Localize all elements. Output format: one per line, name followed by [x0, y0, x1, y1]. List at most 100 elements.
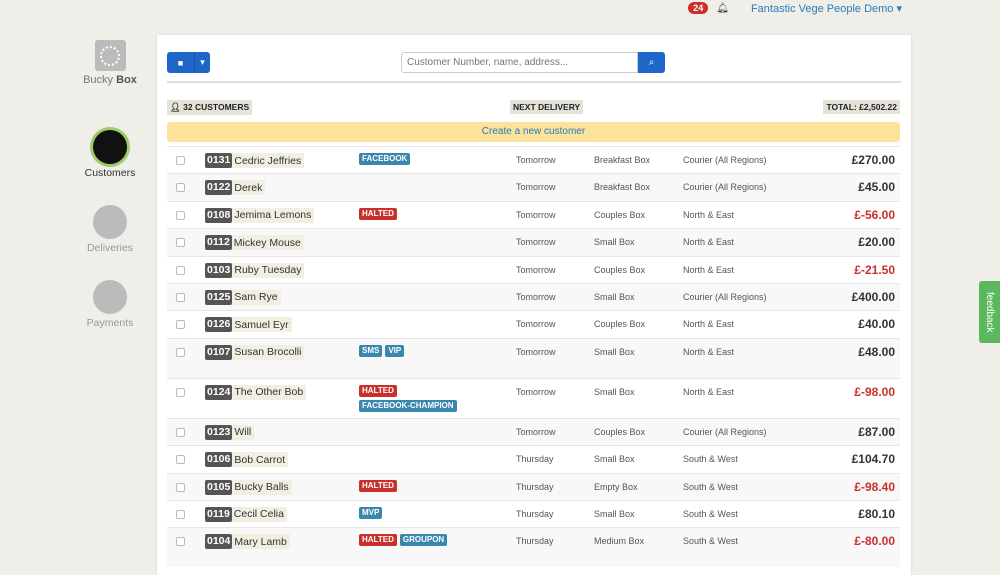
box-type: Couples Box — [594, 209, 646, 220]
route: South & West — [683, 481, 738, 492]
customer-link[interactable]: 0125 Sam Rye — [205, 289, 281, 305]
customer-row[interactable]: 0125 Sam Rye Tomorrow Small Box Courier (… — [167, 282, 900, 311]
account-balance: £80.10 — [858, 506, 895, 521]
row-checkbox[interactable] — [176, 210, 185, 220]
route: Courier (All Regions) — [683, 426, 767, 437]
account-balance: £87.00 — [858, 424, 895, 439]
account-balance: £-56.00 — [854, 207, 895, 222]
sidebar-item-deliveries[interactable]: Deliveries — [60, 205, 160, 254]
tag-badge[interactable]: HALTED — [359, 534, 397, 547]
action-dropdown-toggle[interactable]: ▾ — [194, 52, 210, 73]
customer-link[interactable]: 0123 Will — [205, 424, 255, 440]
next-delivery: Thursday — [516, 508, 554, 519]
search-button[interactable]: ⌕ — [638, 52, 665, 73]
customers-panel: ■ ▾ ⌕ 👤︎ 32 CUSTOMERS NEXT DELIVERY TOTA… — [157, 35, 911, 575]
customer-link[interactable]: 0103 Ruby Tuesday — [205, 262, 305, 278]
customer-row[interactable]: 0123 Will Tomorrow Couples Box Courier (A… — [167, 417, 900, 446]
row-checkbox[interactable] — [176, 183, 185, 193]
customer-row[interactable]: 0105 Bucky Balls HALTED Thursday Empty Bo… — [167, 472, 900, 500]
account-menu[interactable]: Fantastic Vege People Demo ▾ — [751, 2, 902, 15]
row-checkbox[interactable] — [176, 427, 185, 437]
sidebar-item-payments[interactable]: Payments — [60, 280, 160, 329]
customer-link[interactable]: 0107 Susan Brocolli — [205, 344, 305, 360]
tag-badge[interactable]: HALTED — [359, 479, 397, 492]
notification-count-badge[interactable]: 24 — [688, 2, 709, 14]
customer-number: 0124 — [205, 384, 233, 400]
customer-count: 👤︎ 32 CUSTOMERS — [167, 100, 253, 115]
row-checkbox[interactable] — [176, 292, 185, 302]
customer-link[interactable]: 0131 Cedric Jeffries — [205, 153, 305, 168]
box-type: Empty Box — [594, 481, 638, 492]
customer-link[interactable]: 0104 Mary Lamb — [205, 534, 290, 550]
customer-link[interactable]: 0105 Bucky Balls — [205, 479, 292, 495]
account-balance: £-21.50 — [854, 262, 895, 277]
tag-badge[interactable]: HALTED — [359, 207, 397, 220]
create-customer-link[interactable]: Create a new customer — [167, 122, 900, 142]
customer-number: 0107 — [205, 344, 233, 360]
tag-badge[interactable]: SMS — [359, 344, 383, 357]
route: North & East — [683, 386, 735, 397]
account-balance: £40.00 — [858, 317, 895, 332]
customer-name: Mickey Mouse — [233, 236, 301, 249]
feedback-tab[interactable]: feedback — [979, 281, 1000, 343]
customer-row[interactable]: 0126 Samuel Eyr Tomorrow Couples Box Nort… — [167, 310, 900, 337]
sidebar-item-customers[interactable]: Customers — [60, 130, 160, 179]
row-checkbox[interactable] — [176, 455, 185, 465]
customer-row[interactable]: 0124 The Other Bob HALTED FACEBOOK-CHAMPIO… — [167, 377, 900, 418]
customer-row[interactable]: 0122 Derek Tomorrow Breakfast Box Courier… — [167, 173, 900, 201]
route: North & East — [683, 209, 735, 220]
account-balance: £-98.00 — [854, 384, 895, 399]
box-type: Medium Box — [594, 536, 645, 547]
customer-avatar-icon — [93, 130, 127, 164]
search-input[interactable] — [401, 52, 638, 73]
next-delivery: Tomorrow — [516, 346, 556, 357]
tag-badge[interactable]: HALTED — [359, 384, 397, 397]
tags: HALTED GROUPON — [359, 534, 489, 547]
customer-name: Samuel Eyr — [234, 318, 289, 331]
customer-row[interactable]: 0103 Ruby Tuesday Tomorrow Couples Box No… — [167, 255, 900, 283]
customer-name: Will — [234, 426, 252, 439]
select-action-button[interactable]: ■ — [167, 52, 194, 73]
bell-icon[interactable]: 🔔︎ — [716, 3, 729, 14]
next-delivery-header: NEXT DELIVERY — [510, 100, 584, 114]
tag-badge[interactable]: FACEBOOK — [359, 153, 411, 165]
row-checkbox[interactable] — [176, 509, 185, 519]
customer-row[interactable]: 0131 Cedric Jeffries FACEBOOK Tomorrow Br… — [167, 146, 900, 173]
route: Courier (All Regions) — [683, 182, 767, 193]
customer-link[interactable]: 0108 Jemima Lemons — [205, 207, 315, 223]
row-checkbox[interactable] — [176, 156, 185, 165]
row-checkbox[interactable] — [176, 482, 185, 492]
customer-row[interactable]: 0112 Mickey Mouse Tomorrow Small Box Nort… — [167, 228, 900, 256]
customer-number: 0112 — [205, 235, 232, 251]
customer-link[interactable]: 0122 Derek — [205, 180, 266, 196]
action-button-group: ■ ▾ — [167, 52, 210, 73]
next-delivery: Tomorrow — [516, 386, 556, 397]
row-checkbox[interactable] — [176, 265, 185, 275]
row-checkbox[interactable] — [176, 320, 185, 330]
customer-row[interactable]: 0107 Susan Brocolli SMS VIP Tomorrow Small… — [167, 337, 900, 378]
customer-row[interactable]: 0106 Bob Carrot Thursday Small Box South … — [167, 445, 900, 472]
customer-row[interactable]: 0108 Jemima Lemons HALTED Tomorrow Couple… — [167, 200, 900, 228]
route: North & East — [683, 319, 735, 330]
tag-badge[interactable]: VIP — [385, 344, 405, 357]
piggy-bank-icon — [93, 280, 127, 314]
route: Courier (All Regions) — [683, 291, 767, 302]
row-checkbox[interactable] — [176, 387, 185, 397]
bucky-box-logo[interactable]: Bucky Box — [60, 40, 160, 86]
tag-badge[interactable]: MVP — [359, 506, 383, 519]
customer-row[interactable]: 0119 Cecil Celia MVP Thursday Small Box S… — [167, 499, 900, 527]
customer-link[interactable]: 0124 The Other Bob — [205, 384, 307, 400]
next-delivery: Thursday — [516, 481, 554, 492]
row-checkbox[interactable] — [176, 238, 185, 248]
customer-link[interactable]: 0112 Mickey Mouse — [205, 235, 304, 251]
tag-badge[interactable]: FACEBOOK-CHAMPION — [359, 399, 457, 412]
customer-link[interactable]: 0126 Samuel Eyr — [205, 317, 292, 333]
customer-row[interactable]: 0104 Mary Lamb HALTED GROUPON Thursday Med… — [167, 527, 900, 568]
customer-link[interactable]: 0106 Bob Carrot — [205, 452, 289, 468]
row-checkbox[interactable] — [176, 347, 185, 357]
tag-badge[interactable]: GROUPON — [399, 534, 448, 547]
box-type: Small Box — [594, 346, 635, 357]
next-delivery: Tomorrow — [516, 209, 556, 220]
row-checkbox[interactable] — [176, 537, 185, 547]
customer-link[interactable]: 0119 Cecil Celia — [205, 506, 287, 522]
